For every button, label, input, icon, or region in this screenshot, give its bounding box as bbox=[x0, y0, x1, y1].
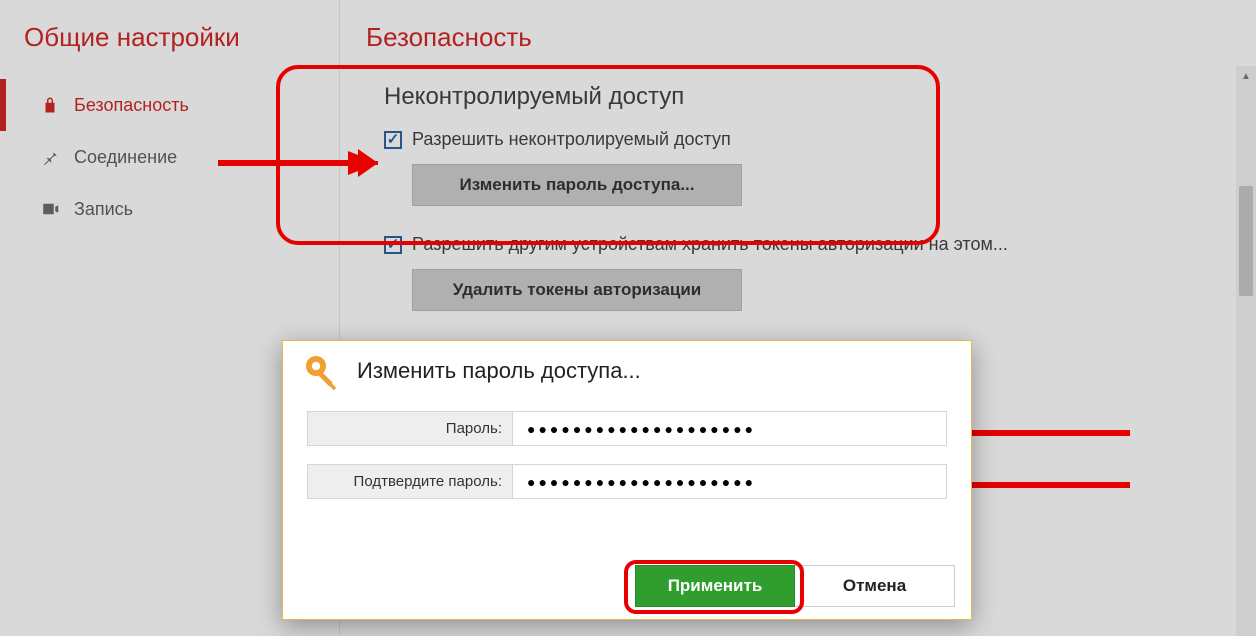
change-password-button[interactable]: Изменить пароль доступа... bbox=[412, 164, 742, 206]
checkbox-label: Разрешить другим устройствам хранить ток… bbox=[412, 234, 1008, 255]
sidebar-item-label: Соединение bbox=[74, 147, 177, 168]
dialog-body: Пароль: ●●●●●●●●●●●●●●●●●●●● Подтвердите… bbox=[283, 401, 971, 499]
password-label: Пароль: bbox=[308, 412, 513, 445]
confirm-label: Подтвердите пароль: bbox=[308, 465, 513, 498]
lock-icon bbox=[40, 95, 60, 115]
confirm-password-field: Подтвердите пароль: ●●●●●●●●●●●●●●●●●●●● bbox=[307, 464, 947, 499]
pin-icon bbox=[40, 147, 60, 167]
dialog-footer: Применить Отмена bbox=[635, 565, 955, 607]
scroll-thumb[interactable] bbox=[1239, 186, 1253, 296]
password-field: Пароль: ●●●●●●●●●●●●●●●●●●●● bbox=[307, 411, 947, 446]
section-title: Неконтролируемый доступ bbox=[384, 83, 1236, 111]
delete-tokens-button[interactable]: Удалить токены авторизации bbox=[412, 269, 742, 311]
cancel-button[interactable]: Отмена bbox=[795, 565, 955, 607]
sidebar-item-label: Запись bbox=[74, 199, 133, 220]
apply-button[interactable]: Применить bbox=[635, 565, 795, 607]
sidebar-title: Общие настройки bbox=[0, 12, 339, 79]
key-icon bbox=[301, 351, 341, 391]
sidebar-item-label: Безопасность bbox=[74, 95, 189, 116]
sidebar-item-security[interactable]: Безопасность bbox=[0, 79, 339, 131]
page-title: Безопасность bbox=[360, 12, 1236, 75]
confirm-password-input[interactable]: ●●●●●●●●●●●●●●●●●●●● bbox=[513, 465, 946, 498]
record-icon bbox=[40, 199, 60, 219]
allow-tokens-row[interactable]: Разрешить другим устройствам хранить ток… bbox=[384, 234, 1236, 255]
password-input[interactable]: ●●●●●●●●●●●●●●●●●●●● bbox=[513, 412, 946, 445]
dialog-header: Изменить пароль доступа... bbox=[283, 341, 971, 401]
scrollbar[interactable]: ▲ bbox=[1236, 66, 1256, 636]
scroll-up-arrow-icon[interactable]: ▲ bbox=[1236, 66, 1256, 86]
checkbox-label: Разрешить неконтролируемый доступ bbox=[412, 129, 731, 150]
sidebar-item-connection[interactable]: Соединение bbox=[0, 131, 339, 183]
dialog-title: Изменить пароль доступа... bbox=[357, 358, 641, 384]
checkbox-allow-tokens[interactable] bbox=[384, 236, 402, 254]
change-password-dialog: Изменить пароль доступа... Пароль: ●●●●●… bbox=[282, 340, 972, 620]
allow-unattended-row[interactable]: Разрешить неконтролируемый доступ bbox=[384, 129, 1236, 150]
section-unattended-access: Неконтролируемый доступ Разрешить неконт… bbox=[360, 75, 1236, 216]
checkbox-allow-unattended[interactable] bbox=[384, 131, 402, 149]
section-tokens: Разрешить другим устройствам хранить ток… bbox=[360, 216, 1236, 321]
sidebar-item-record[interactable]: Запись bbox=[0, 183, 339, 235]
